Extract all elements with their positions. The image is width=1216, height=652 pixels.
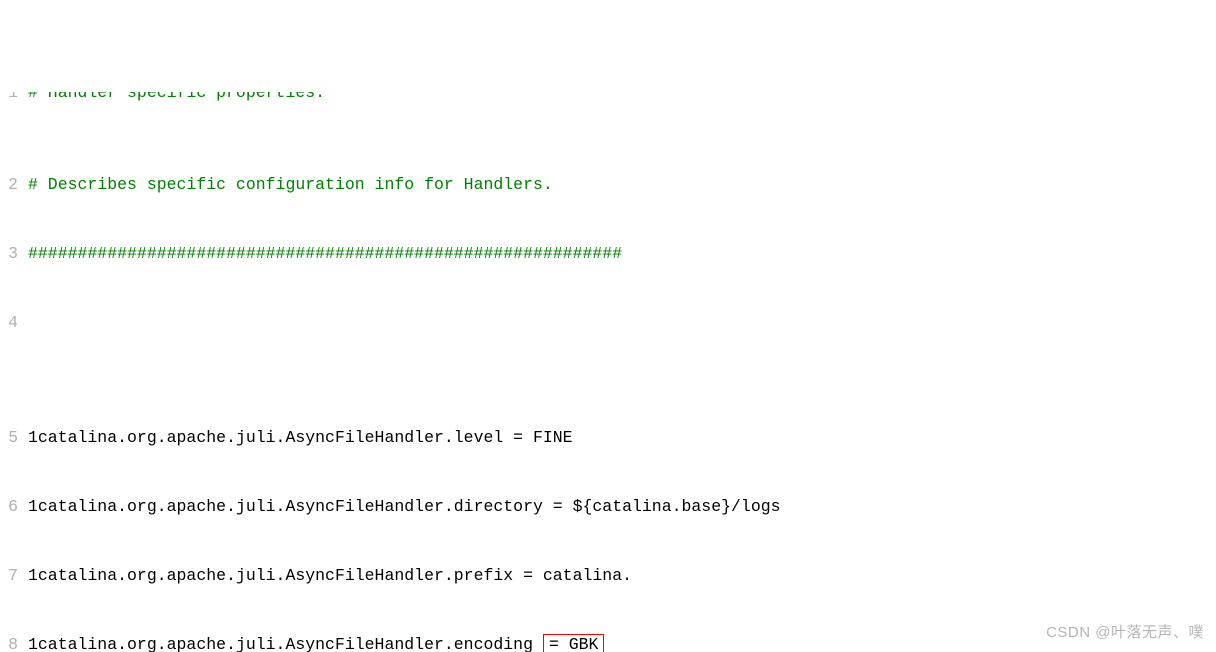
comment-separator: ########################################…: [28, 242, 622, 265]
comment-line: # Handler specific properties.: [28, 92, 325, 104]
config-line: 1catalina.org.apache.juli.AsyncFileHandl…: [28, 495, 781, 518]
line-number: 4: [4, 311, 18, 334]
line-number: 3: [4, 242, 18, 265]
line-number: 7: [4, 564, 18, 587]
config-line: 1catalina.org.apache.juli.AsyncFileHandl…: [28, 426, 573, 449]
config-line: 1catalina.org.apache.juli.AsyncFileHandl…: [28, 564, 632, 587]
line-number: 5: [4, 426, 18, 449]
line-number: 1: [4, 92, 18, 104]
config-line: 1catalina.org.apache.juli.AsyncFileHandl…: [28, 633, 543, 652]
code-area: 1 # Handler specific properties. 2 # Des…: [0, 0, 1216, 652]
line-number: 8: [4, 633, 18, 652]
highlight-box: = GBK: [543, 634, 605, 652]
line-number: 2: [4, 173, 18, 196]
line-number: 6: [4, 495, 18, 518]
comment-line: # Describes specific configuration info …: [28, 173, 553, 196]
